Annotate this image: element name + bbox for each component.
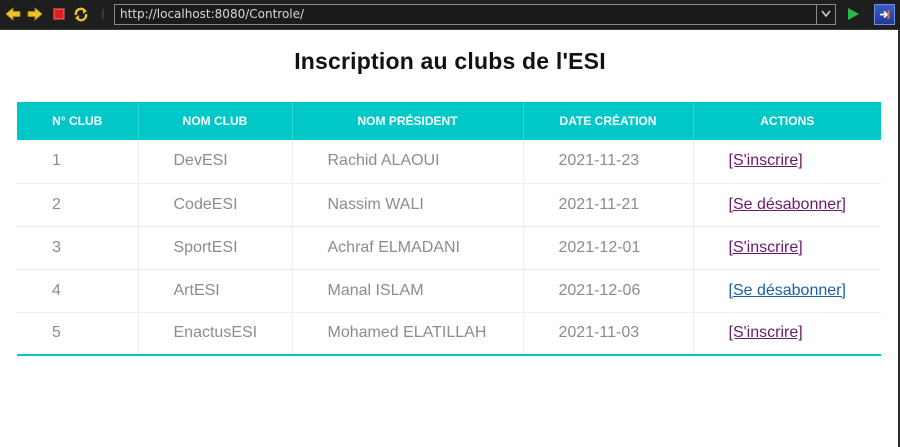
cell-nom-club: CodeESI <box>137 183 292 227</box>
page-title: Inscription au clubs de l'ESI <box>294 48 606 74</box>
dropdown-chevron-icon[interactable] <box>816 5 835 24</box>
address-bar[interactable]: http://localhost:8080/Controle/ <box>114 4 836 25</box>
cell-date: 2021-12-06 <box>522 269 693 313</box>
cell-date: 2021-11-23 <box>522 140 693 184</box>
browser-toolbar: http://localhost:8080/Controle/ <box>0 0 900 30</box>
header-actions: ACTIONS <box>692 102 881 140</box>
cell-action: [Se désabonner] <box>692 183 881 227</box>
header-nom-president: NOM PRÉSIDENT <box>291 102 523 140</box>
table-row: 1 DevESI Rachid ALAOUI 2021-11-23 [S'ins… <box>17 140 881 184</box>
header-num-club: N° CLUB <box>17 102 138 140</box>
cell-president: Manal ISLAM <box>291 269 523 313</box>
cell-date: 2021-11-21 <box>522 183 693 227</box>
cell-action: [S'inscrire] <box>692 140 881 184</box>
cell-president: Nassim WALI <box>291 183 523 227</box>
go-play-icon[interactable] <box>845 6 861 22</box>
header-date-creation: DATE CRÉATION <box>522 102 693 140</box>
cell-num: 2 <box>17 183 138 227</box>
cell-action: [S'inscrire] <box>692 312 881 355</box>
cell-num: 1 <box>17 140 138 184</box>
cell-nom-club: SportESI <box>137 226 292 270</box>
cell-action: [Se désabonner] <box>692 269 881 313</box>
cell-date: 2021-11-03 <box>522 312 693 355</box>
extension-icon[interactable] <box>874 4 895 25</box>
table-row: 4 ArtESI Manal ISLAM 2021-12-06 [Se désa… <box>17 269 881 313</box>
back-arrow-icon[interactable] <box>4 5 22 23</box>
forward-arrow-icon[interactable] <box>26 5 44 23</box>
clubs-table: N° CLUB NOM CLUB NOM PRÉSIDENT DATE CRÉA… <box>17 102 881 356</box>
separator-icon <box>98 7 108 21</box>
cell-num: 5 <box>52 324 61 342</box>
header-nom-club: NOM CLUB <box>137 102 292 140</box>
address-url[interactable]: http://localhost:8080/Controle/ <box>120 7 304 21</box>
cell-nom-club: DevESI <box>137 140 292 184</box>
subscribe-link[interactable]: [S'inscrire] <box>729 324 803 341</box>
subscribe-link[interactable]: [S'inscrire] <box>729 239 803 256</box>
unsubscribe-link[interactable]: [Se désabonner] <box>729 196 846 213</box>
table-header-row: N° CLUB NOM CLUB NOM PRÉSIDENT DATE CRÉA… <box>17 102 881 140</box>
cell-num: 3 <box>17 226 138 270</box>
cell-president: Mohamed ELATILLAH <box>291 312 523 355</box>
cell-num: 4 <box>17 269 138 313</box>
unsubscribe-link[interactable]: [Se désabonner] <box>729 282 846 299</box>
cell-date: 2021-12-01 <box>522 226 693 270</box>
cell-action: [S'inscrire] <box>692 226 881 270</box>
refresh-icon[interactable] <box>72 5 90 23</box>
cell-nom-club: EnactusESI <box>137 312 292 355</box>
subscribe-link[interactable]: [S'inscrire] <box>729 152 803 169</box>
cell-president: Rachid ALAOUI <box>291 140 523 184</box>
table-row: 5 EnactusESI Mohamed ELATILLAH 2021-11-0… <box>17 312 881 355</box>
stop-icon[interactable] <box>50 5 68 23</box>
cell-nom-club: ArtESI <box>137 269 292 313</box>
table-row: 3 SportESI Achraf ELMADANI 2021-12-01 [S… <box>17 226 881 270</box>
cell-president: Achraf ELMADANI <box>291 226 523 270</box>
table-row: 2 CodeESI Nassim WALI 2021-11-21 [Se dés… <box>17 183 881 227</box>
